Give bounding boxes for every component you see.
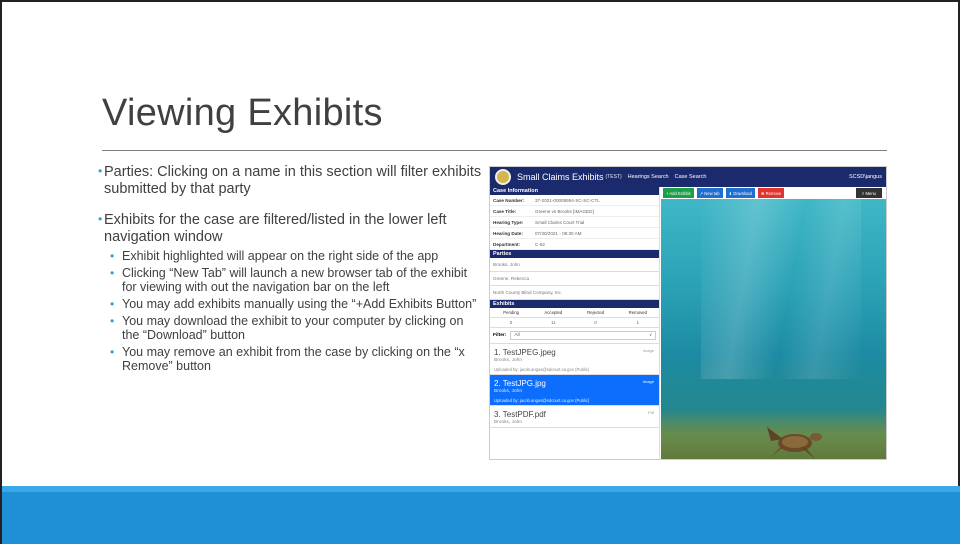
sub-bullet: Exhibit highlighted will appear on the r… [104, 249, 482, 263]
info-key: Hearing Date: [493, 230, 523, 236]
info-value: Greene vs Brooks [IMAGED] [535, 208, 594, 214]
exhibits-heading: Exhibits [490, 300, 659, 308]
menu-button[interactable]: ≡ Menu [855, 188, 882, 198]
stat-value-accepted: 11 [551, 320, 556, 325]
exhibit-image-sea-turtle [661, 199, 886, 459]
stat-value-removed: 1 [636, 320, 640, 325]
stat-label-removed: Removed [628, 310, 648, 315]
stat-value-pending: 0 [509, 320, 513, 325]
exhibit-stats-values: 0 11 0 1 [490, 318, 659, 328]
info-value: 37-2021-00008954-SC-SC-CTL [535, 197, 600, 203]
menu-label: Menu [865, 190, 876, 196]
sub-bullet: You may download the exhibit to your com… [104, 314, 482, 342]
env-badge: (TEST) [605, 174, 622, 180]
app-body: Case Information Case Number: 37-2021-000… [490, 187, 886, 459]
footer-band [2, 486, 960, 544]
info-key: Department: [493, 241, 521, 247]
bullet-text: Exhibits for the case are filtered/liste… [104, 212, 447, 245]
info-key: Hearing Type: [493, 219, 524, 225]
user-name[interactable]: SCSD\jangus [849, 174, 882, 180]
hearing-type-row: Hearing Type: Small Claims Court Trial [490, 217, 659, 228]
info-key: Case Number: [493, 197, 525, 203]
download-button[interactable]: ⬇ Download [725, 188, 755, 198]
remove-label: Remove [765, 190, 782, 196]
exhibit-type: Image [642, 348, 654, 353]
info-value: Small Claims Court Trial [535, 219, 585, 225]
stat-label-rejected: Rejected [587, 310, 605, 315]
nav-link-hearings-search[interactable]: Hearings Search [628, 174, 669, 180]
exhibit-type: Image [642, 379, 654, 384]
light-rays [701, 199, 861, 379]
party-item[interactable]: North County Blind Company, Inc. [490, 286, 659, 300]
bullet-text: Parties: Clicking on a name in this sect… [104, 164, 482, 197]
stat-label-pending: Pending [503, 310, 520, 315]
new-tab-label: New tab [704, 190, 720, 196]
exhibit-party: Brooks, John [494, 420, 522, 425]
stat-value-rejected: 0 [594, 320, 597, 325]
nav-link-case-search[interactable]: Case Search [675, 174, 707, 180]
filter-select[interactable]: All [510, 331, 656, 340]
exhibit-list-item[interactable]: 1. TestJPEG.jpeg Brooks, John Uploaded b… [490, 344, 659, 375]
hearing-date-row: Hearing Date: 07/30/2021 - 08:30 AM [490, 228, 659, 239]
title-divider [102, 150, 887, 151]
slide-title: Viewing Exhibits [102, 92, 383, 134]
app-navbar: Small Claims Exhibits (TEST) Hearings Se… [490, 167, 886, 187]
parties-heading: Parties [490, 250, 659, 258]
remove-button[interactable]: ✖ Remove [757, 188, 785, 198]
exhibit-uploaded-by: Uploaded by: jacob.angus@sdcourt.ca.gov … [494, 398, 590, 403]
filter-row: Filter: All [490, 328, 659, 344]
case-info-heading: Case Information [490, 187, 659, 195]
info-value: 07/30/2021 - 08:30 AM [535, 230, 582, 236]
left-navigation-pane: Case Information Case Number: 37-2021-000… [490, 187, 660, 459]
exhibit-name: 3. TestPDF.pdf [494, 410, 546, 419]
filter-label: Filter: [493, 333, 507, 338]
court-seal-logo [495, 169, 511, 185]
party-item[interactable]: Greene, Rebecca [490, 272, 659, 286]
add-exhibit-button[interactable]: + Add Exhibit [663, 188, 694, 198]
viewer-toolbar: + Add Exhibit ↗ New tab ⬇ Download ✖ Rem… [661, 187, 886, 199]
exhibit-stats-labels: Pending Accepted Rejected Removed [490, 308, 659, 318]
bullet-exhibits: Exhibits for the case are filtered/liste… [98, 211, 482, 373]
exhibit-party: Brooks, John [494, 389, 522, 394]
app-screenshot: Small Claims Exhibits (TEST) Hearings Se… [489, 166, 887, 460]
exhibit-viewer-pane: + Add Exhibit ↗ New tab ⬇ Download ✖ Rem… [661, 187, 886, 459]
case-number-row: Case Number: 37-2021-00008954-SC-SC-CTL [490, 195, 659, 206]
exhibit-type: Pdf [647, 410, 654, 415]
bullet-parties: Parties: Clicking on a name in this sect… [98, 163, 482, 198]
slide: Viewing Exhibits Parties: Clicking on a … [0, 0, 960, 544]
stat-label-accepted: Accepted [544, 310, 563, 315]
case-title-row: Case Title: Greene vs Brooks [IMAGED] [490, 206, 659, 217]
exhibit-list-item[interactable]: 3. TestPDF.pdf Brooks, John Pdf [490, 406, 659, 428]
app-brand[interactable]: Small Claims Exhibits [517, 172, 604, 182]
info-key: Case Title: [493, 208, 517, 214]
sub-bullet: You may add exhibits manually using the … [104, 297, 482, 311]
sub-bullet: You may remove an exhibit from the case … [104, 345, 482, 373]
sub-bullet-list: Exhibit highlighted will appear on the r… [104, 249, 482, 373]
department-row: Department: C-62 [490, 239, 659, 250]
bullet-list: Parties: Clicking on a name in this sect… [98, 154, 482, 373]
exhibit-name: 1. TestJPEG.jpeg [494, 348, 556, 357]
sub-bullet: Clicking “New Tab” will launch a new bro… [104, 266, 482, 294]
party-item[interactable]: Brooks, John [490, 258, 659, 272]
sea-turtle-icon [767, 427, 822, 459]
exhibit-list-item-selected[interactable]: 2. TestJPG.jpg Brooks, John Uploaded by:… [490, 375, 659, 406]
exhibit-name: 2. TestJPG.jpg [494, 379, 546, 388]
new-tab-button[interactable]: ↗ New tab [696, 188, 723, 198]
info-value: C-62 [535, 241, 545, 247]
download-label: Download [733, 190, 752, 196]
exhibit-party: Brooks, John [494, 358, 522, 363]
exhibit-uploaded-by: Uploaded by: jacob.angus@sdcourt.ca.gov … [494, 367, 590, 372]
